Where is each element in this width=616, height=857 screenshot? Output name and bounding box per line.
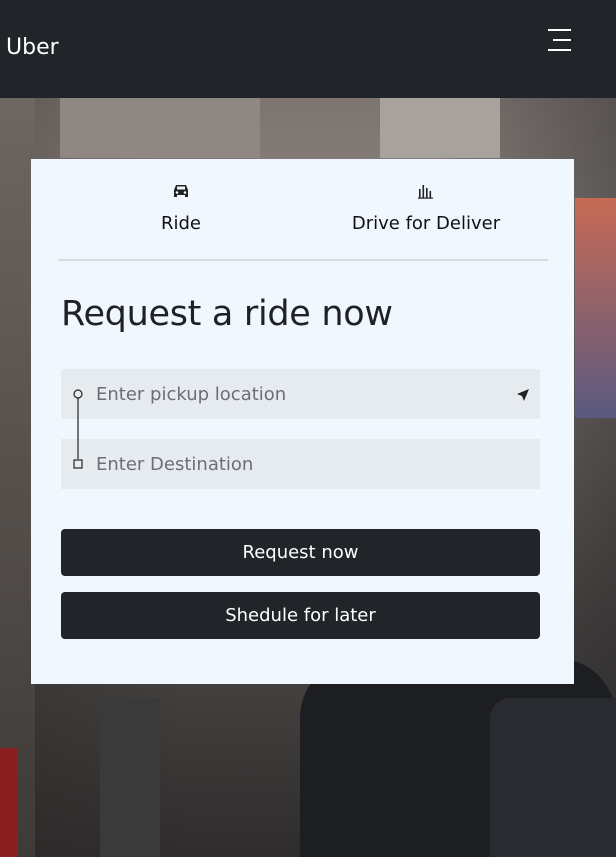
tab-divider [58, 259, 548, 261]
hero-street-sign [100, 698, 160, 857]
hero-building-top-right [380, 98, 500, 158]
navbar: Uber [0, 0, 616, 98]
hero-taillight [0, 748, 18, 857]
tab-ride[interactable]: Ride [131, 181, 231, 234]
tab-drive-label: Drive for Deliver [351, 213, 501, 234]
request-now-button[interactable]: Request now [61, 529, 540, 576]
destination-input[interactable] [61, 439, 540, 489]
hero-building-left [0, 98, 35, 857]
hero-car [490, 698, 616, 857]
navigation-arrow-icon[interactable] [516, 387, 530, 401]
car-icon [131, 181, 231, 201]
hero-building-right [575, 198, 616, 418]
tab-bar: Ride Drive for Deliver [31, 159, 574, 259]
ride-request-card: Ride Drive for Deliver Request a ride no… [31, 159, 574, 684]
hamburger-menu-icon[interactable] [545, 28, 573, 52]
pickup-location-input[interactable] [61, 369, 540, 419]
hero-building-top [60, 98, 260, 158]
schedule-for-later-button[interactable]: Shedule for later [61, 592, 540, 639]
page-title: Request a ride now [61, 294, 393, 334]
tab-drive-for-deliver[interactable]: Drive for Deliver [331, 181, 521, 234]
brand-logo[interactable]: Uber [6, 35, 59, 60]
bar-chart-icon [331, 181, 521, 201]
tab-ride-label: Ride [160, 213, 201, 234]
